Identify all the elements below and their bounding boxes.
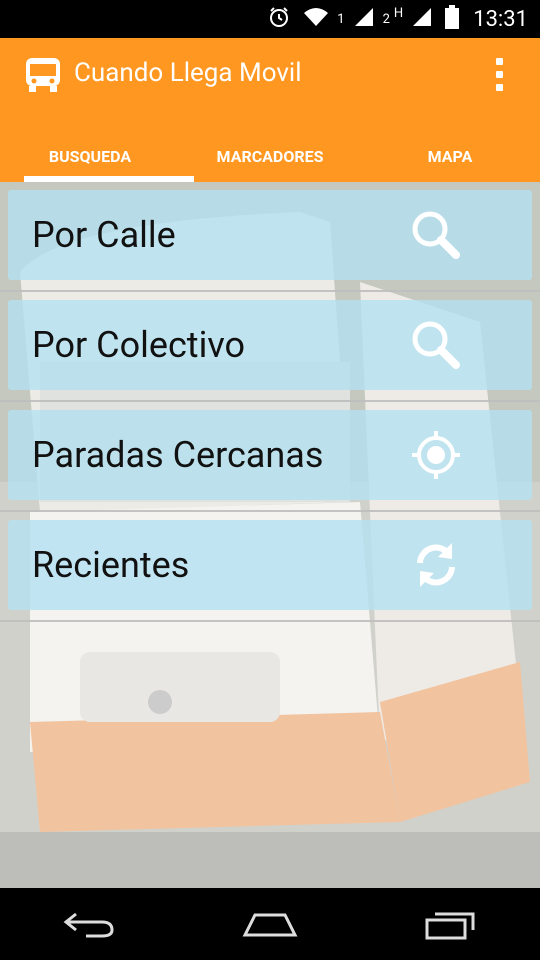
option-label: Recientes	[32, 544, 190, 586]
status-clock: 13:31	[473, 6, 528, 32]
app-bar: Cuando Llega Movil BUSQUEDA MARCADORES M…	[0, 38, 540, 182]
tab-busqueda[interactable]: BUSQUEDA	[0, 130, 180, 182]
signal-icon	[411, 6, 433, 32]
option-label: Paradas Cercanas	[32, 434, 324, 476]
option-por-calle[interactable]: Por Calle	[8, 190, 532, 280]
tab-bar: BUSQUEDA MARCADORES MAPA	[0, 130, 540, 182]
network-type-label: H	[393, 5, 404, 21]
bus-icon	[24, 56, 62, 94]
sim2-label: 2	[382, 11, 390, 27]
home-icon[interactable]	[235, 904, 305, 944]
option-por-colectivo[interactable]: Por Colectivo	[8, 300, 532, 390]
app-title: Cuando Llega Movil	[74, 58, 302, 88]
recent-apps-icon[interactable]	[415, 904, 485, 944]
option-label: Por Calle	[32, 214, 176, 256]
divider	[0, 620, 540, 622]
divider	[0, 400, 540, 402]
overflow-menu-icon[interactable]	[496, 58, 506, 92]
wifi-icon	[303, 6, 329, 32]
battery-icon	[445, 5, 460, 33]
option-paradas-cercanas[interactable]: Paradas Cercanas	[8, 410, 532, 500]
search-panel: Por Calle Por Colectivo Paradas Cercanas…	[0, 182, 540, 888]
divider	[0, 290, 540, 292]
refresh-icon	[408, 537, 464, 593]
tab-mapa[interactable]: MAPA	[360, 130, 540, 182]
search-icon	[408, 317, 464, 373]
search-icon	[408, 207, 464, 263]
signal-icon	[353, 6, 375, 32]
location-target-icon	[408, 427, 464, 483]
status-bar: 1 2 H 13:31	[0, 0, 540, 38]
option-label: Por Colectivo	[32, 324, 246, 366]
divider	[0, 510, 540, 512]
back-icon[interactable]	[55, 904, 125, 944]
system-nav-bar	[0, 888, 540, 960]
option-recientes[interactable]: Recientes	[8, 520, 532, 610]
sim1-label: 1	[337, 11, 345, 27]
tab-marcadores[interactable]: MARCADORES	[180, 130, 360, 182]
alarm-icon	[267, 5, 291, 33]
